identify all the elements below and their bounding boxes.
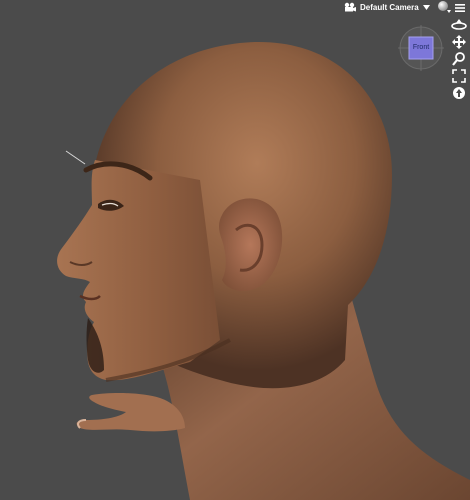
view-cube-icon [398, 25, 444, 71]
camera-icon [344, 2, 356, 12]
reset-icon[interactable] [451, 86, 467, 100]
rendered-figure [57, 41, 470, 500]
viewport-menu-button[interactable] [454, 1, 466, 13]
face-shape [57, 160, 220, 381]
shading-sphere-icon [438, 1, 451, 13]
orbit-icon[interactable] [451, 18, 467, 32]
frame-icon[interactable] [451, 69, 467, 83]
camera-label: Default Camera [360, 2, 419, 12]
pan-icon[interactable] [451, 35, 467, 49]
shading-mode-button[interactable] [436, 0, 452, 14]
hand-shape [76, 393, 185, 432]
camera-dropdown-button[interactable] [422, 2, 430, 12]
zoom-icon[interactable] [451, 52, 467, 66]
navigation-tools [451, 18, 467, 100]
dropdown-arrow-icon [422, 4, 430, 10]
menu-icon [455, 4, 465, 12]
view-cube[interactable] [398, 25, 444, 71]
camera-selector[interactable]: Default Camera [344, 0, 419, 14]
3d-viewport[interactable]: Default Camera Front [0, 0, 470, 500]
